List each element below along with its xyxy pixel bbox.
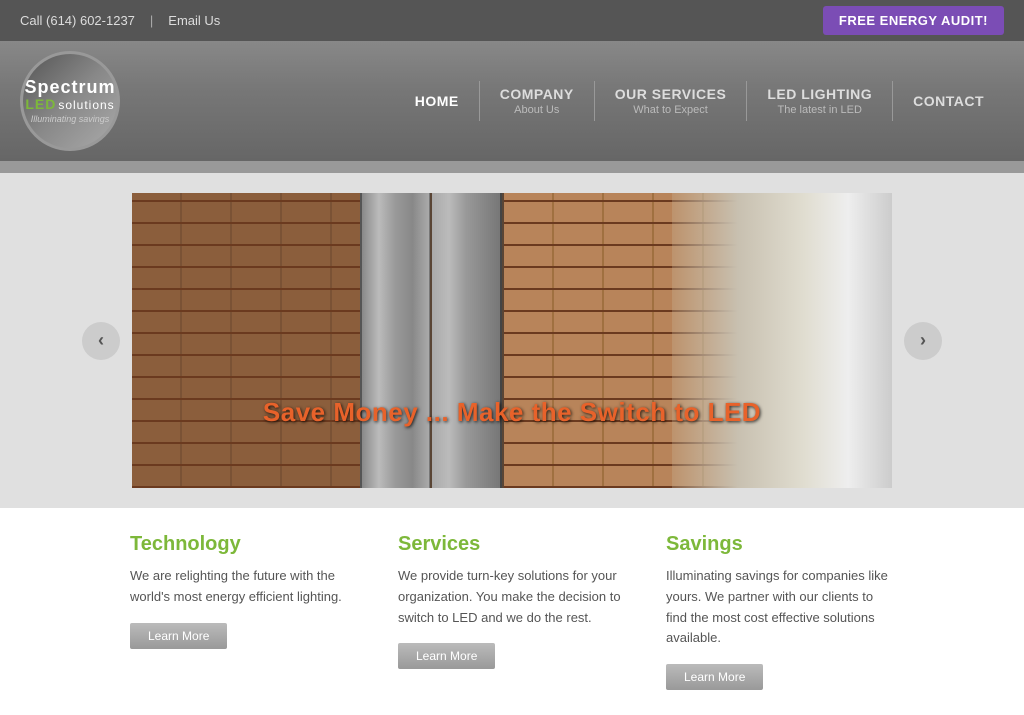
header: Spectrum LED solutions Illuminating savi… — [0, 41, 1024, 161]
nav-services-sub: What to Expect — [615, 104, 727, 116]
phone-text: Call (614) 602-1237 — [20, 13, 135, 28]
top-bar: Call (614) 602-1237 | Email Us FREE ENER… — [0, 0, 1024, 41]
feature-services-title: Services — [398, 533, 626, 556]
nav-item-home[interactable]: HOME — [395, 85, 479, 117]
feature-technology: Technology We are relighting the future … — [130, 533, 358, 690]
nav-item-contact[interactable]: CONTACT — [893, 85, 1004, 117]
nav-item-led[interactable]: LED LIGHTING The latest in LED — [747, 78, 892, 124]
logo-circle: Spectrum LED solutions Illuminating savi… — [20, 51, 120, 151]
elevator-door-left — [360, 193, 430, 488]
feature-services: Services We provide turn-key solutions f… — [398, 533, 626, 690]
divider: | — [150, 13, 153, 28]
nav-services-label: OUR SERVICES — [615, 86, 727, 102]
feature-savings-btn[interactable]: Learn More — [666, 664, 763, 690]
logo-spectrum-text: Spectrum — [24, 78, 115, 96]
corridor-bg — [672, 193, 892, 488]
feature-savings: Savings Illuminating savings for compani… — [666, 533, 894, 690]
hero-container: ‹ Save Money ... Make the Switch to LED … — [132, 193, 892, 488]
feature-technology-btn[interactable]: Learn More — [130, 623, 227, 649]
feature-savings-title: Savings — [666, 533, 894, 556]
nav-led-sub: The latest in LED — [767, 104, 872, 116]
hero-next-button[interactable]: › — [904, 322, 942, 360]
feature-services-btn[interactable]: Learn More — [398, 643, 495, 669]
free-audit-button[interactable]: FREE ENERGY AUDIT! — [823, 6, 1004, 35]
hero-image: Save Money ... Make the Switch to LED — [132, 193, 892, 488]
features-section: Technology We are relighting the future … — [0, 508, 1024, 715]
logo-solutions-text: solutions — [58, 98, 114, 112]
elevator-door-right — [432, 193, 502, 488]
feature-services-text: We provide turn-key solutions for your o… — [398, 566, 626, 628]
email-link[interactable]: Email Us — [168, 13, 220, 28]
nav-home-label: HOME — [415, 93, 459, 109]
hero-section: ‹ Save Money ... Make the Switch to LED … — [0, 173, 1024, 508]
feature-savings-text: Illuminating savings for companies like … — [666, 566, 894, 649]
brick-wall-right — [504, 193, 892, 488]
nav-item-company[interactable]: COMPANY About Us — [480, 78, 594, 124]
logo-tagline-text: Illuminating savings — [24, 114, 115, 124]
nav-led-label: LED LIGHTING — [767, 86, 872, 102]
feature-technology-title: Technology — [130, 533, 358, 556]
hero-text: Save Money ... Make the Switch to LED — [263, 397, 761, 428]
nav-company-sub: About Us — [500, 104, 574, 116]
top-bar-contact: Call (614) 602-1237 | Email Us — [20, 13, 220, 28]
nav-contact-label: CONTACT — [913, 93, 984, 109]
nav-item-services[interactable]: OUR SERVICES What to Expect — [595, 78, 747, 124]
hero-prev-button[interactable]: ‹ — [82, 322, 120, 360]
logo-led-text: LED — [25, 96, 56, 112]
main-nav: HOME COMPANY About Us OUR SERVICES What … — [395, 78, 1004, 124]
logo-area[interactable]: Spectrum LED solutions Illuminating savi… — [20, 51, 120, 151]
brick-wall-left — [132, 193, 362, 488]
feature-technology-text: We are relighting the future with the wo… — [130, 566, 358, 608]
nav-company-label: COMPANY — [500, 86, 574, 102]
header-bottom-band — [0, 161, 1024, 173]
